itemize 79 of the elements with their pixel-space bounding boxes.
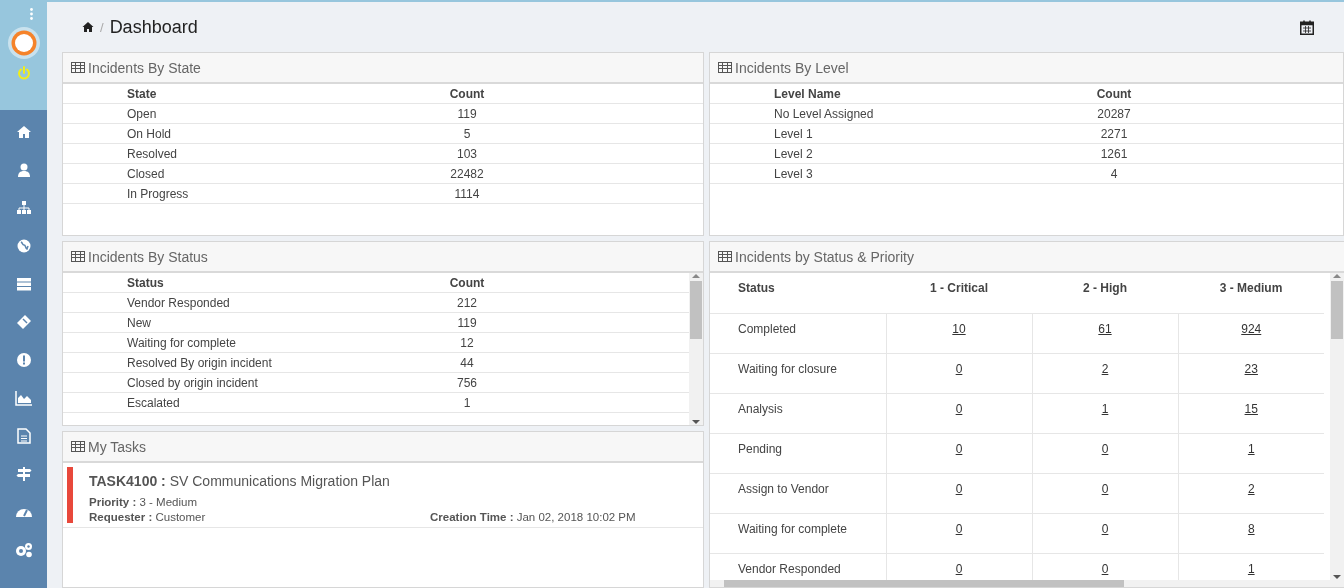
count-link[interactable]: 0 [1101, 441, 1109, 456]
breadcrumb-separator: / [100, 19, 104, 35]
table-cell: 103 [407, 143, 527, 164]
count-link[interactable]: 2 [1101, 361, 1109, 376]
table-cell: Analysis [710, 393, 886, 433]
task-item[interactable]: TASK4100 : SV Communications Migration Plan Priority : 3 - Medium Requester : Customer Creation Time : Jan 02, 2018 10:02 PM [63, 463, 703, 528]
count-link[interactable]: 8 [1247, 521, 1255, 536]
table-cell: 212 [407, 292, 527, 313]
column-header: Level Name [710, 84, 1054, 104]
table-cell: Open [63, 103, 407, 124]
table-cell: Vendor Responded [63, 292, 407, 313]
table-cell: 5 [407, 123, 527, 144]
count-link[interactable]: 0 [1101, 481, 1109, 496]
table-cell: 20287 [1054, 103, 1174, 124]
count-link[interactable]: 1 [1101, 401, 1109, 416]
table-cell: 44 [407, 352, 527, 373]
count-link[interactable]: 0 [1101, 521, 1109, 536]
table-cell: Escalated [63, 392, 407, 413]
column-header: 1 - Critical [886, 273, 1032, 313]
table-cell: Level 2 [710, 143, 1054, 164]
table-cell: Level 1 [710, 123, 1054, 144]
count-link[interactable]: 2 [1247, 481, 1255, 496]
panel-title: Incidents By Level [735, 59, 849, 76]
table-cell: 1114 [407, 183, 527, 204]
table-cell: Assign to Vendor [710, 473, 886, 513]
count-link[interactable]: 0 [955, 481, 963, 496]
table-cell: Pending [710, 433, 886, 473]
panel-title: Incidents By Status [88, 248, 208, 265]
table-cell: Resolved [63, 143, 407, 164]
column-header: Count [1054, 84, 1174, 104]
count-link[interactable]: 0 [955, 521, 963, 536]
column-header: State [63, 84, 407, 104]
table-cell: Waiting for complete [710, 513, 886, 553]
column-header: Count [407, 273, 527, 293]
table-cell: New [63, 312, 407, 333]
table-cell: 119 [407, 312, 527, 333]
table-cell: 22482 [407, 163, 527, 184]
count-link[interactable]: 1 [1247, 561, 1255, 576]
page-title: Dashboard [109, 16, 198, 38]
task-priority: Priority : 3 - Medium [89, 496, 198, 508]
count-link[interactable]: 61 [1098, 321, 1112, 336]
table-cell: Closed [63, 163, 407, 184]
table-cell: Completed [710, 313, 886, 353]
count-link[interactable]: 15 [1244, 401, 1258, 416]
table-cell: No Level Assigned [710, 103, 1054, 124]
table-cell: Waiting for complete [63, 332, 407, 353]
table-cell: Closed by origin incident [63, 372, 407, 393]
table-cell: Waiting for closure [710, 353, 886, 393]
count-link[interactable]: 0 [955, 441, 963, 456]
column-header: 2 - High [1032, 273, 1178, 313]
table-cell: 4 [1054, 163, 1174, 184]
task-title: TASK4100 : SV Communications Migration Plan [89, 473, 391, 489]
panel-title: Incidents By State [88, 59, 201, 76]
table-cell: 1 [407, 392, 527, 413]
count-link[interactable]: 10 [952, 321, 966, 336]
table-cell: Resolved By origin incident [63, 352, 407, 373]
count-link[interactable]: 1 [1247, 441, 1255, 456]
column-header: Count [407, 84, 527, 104]
count-link[interactable]: 0 [955, 401, 963, 416]
column-header: Status [63, 273, 407, 293]
table-cell: 12 [407, 332, 527, 353]
count-link[interactable]: 0 [955, 561, 963, 576]
table-cell: 119 [407, 103, 527, 124]
column-header: Status [710, 273, 886, 313]
count-link[interactable]: 0 [1101, 561, 1109, 576]
table-cell: In Progress [63, 183, 407, 204]
table-cell: 756 [407, 372, 527, 393]
task-requester: Requester : Customer [89, 511, 207, 523]
table-cell: On Hold [63, 123, 407, 144]
panel-title: Incidents by Status & Priority [735, 248, 914, 265]
panel-title: My Tasks [88, 438, 147, 455]
table-cell: 1261 [1054, 143, 1174, 164]
table-cell: Level 3 [710, 163, 1054, 184]
table-cell: 2271 [1054, 123, 1174, 144]
column-header: 3 - Medium [1178, 273, 1324, 313]
task-creation-time: Creation Time : Jan 02, 2018 10:02 PM [430, 511, 636, 523]
count-link[interactable]: 924 [1241, 321, 1262, 336]
count-link[interactable]: 23 [1244, 361, 1258, 376]
count-link[interactable]: 0 [955, 361, 963, 376]
